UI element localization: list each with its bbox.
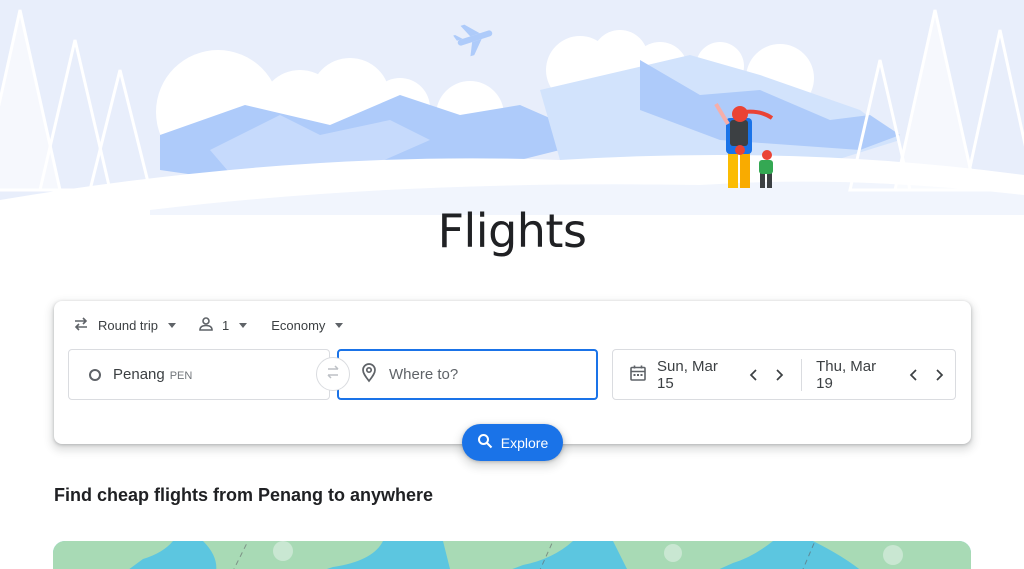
dropdown-caret-icon (239, 322, 248, 328)
departure-date-group[interactable]: Sun, Mar 15 (629, 350, 795, 399)
trip-type-label: Round trip (98, 317, 158, 333)
swap-arrows-icon (72, 315, 98, 336)
origin-city: Penang (113, 366, 165, 383)
swap-icon (324, 363, 342, 386)
cabin-class-dropdown[interactable]: Economy (271, 313, 344, 337)
passengers-count: 1 (221, 317, 230, 333)
swap-button[interactable] (316, 357, 350, 391)
origin-code: PEN (169, 369, 193, 382)
chevron-left-icon[interactable] (905, 366, 922, 384)
explore-map[interactable] (53, 541, 971, 569)
dropdown-caret-icon (167, 322, 176, 328)
origin-field[interactable]: Penang PEN (68, 349, 330, 400)
page-title: Flights (437, 204, 587, 258)
dropdown-caret-icon (335, 322, 344, 328)
explore-button[interactable]: Explore (462, 424, 563, 461)
circle-icon (89, 368, 101, 381)
date-range-field: Sun, Mar 15 Thu, Mar 19 (612, 349, 956, 400)
cabin-class-label: Economy (271, 317, 326, 333)
destination-placeholder: Where to? (389, 366, 459, 383)
return-date: Thu, Mar 19 (816, 357, 877, 392)
flight-search-card: Round trip 1 Economy Penang PEN Where to… (54, 301, 971, 461)
chevron-right-icon[interactable] (771, 366, 788, 384)
location-pin-icon (361, 362, 377, 387)
search-icon (477, 433, 501, 452)
date-divider (801, 358, 803, 391)
chevron-right-icon[interactable] (930, 366, 947, 384)
departure-date: Sun, Mar 15 (657, 357, 718, 392)
hero-illustration (0, 0, 1024, 215)
return-date-group[interactable]: Thu, Mar 19 (816, 350, 955, 399)
explore-label: Explore (500, 434, 549, 451)
calendar-icon (629, 364, 647, 386)
search-options-row: Round trip 1 Economy (72, 313, 344, 337)
section-heading: Find cheap flights from Penang to anywhe… (54, 485, 434, 505)
trip-type-dropdown[interactable]: Round trip (72, 313, 176, 337)
chevron-left-icon[interactable] (746, 366, 763, 384)
passengers-dropdown[interactable]: 1 (198, 313, 248, 337)
destination-input[interactable]: Where to? (337, 349, 598, 400)
person-icon (198, 316, 222, 335)
